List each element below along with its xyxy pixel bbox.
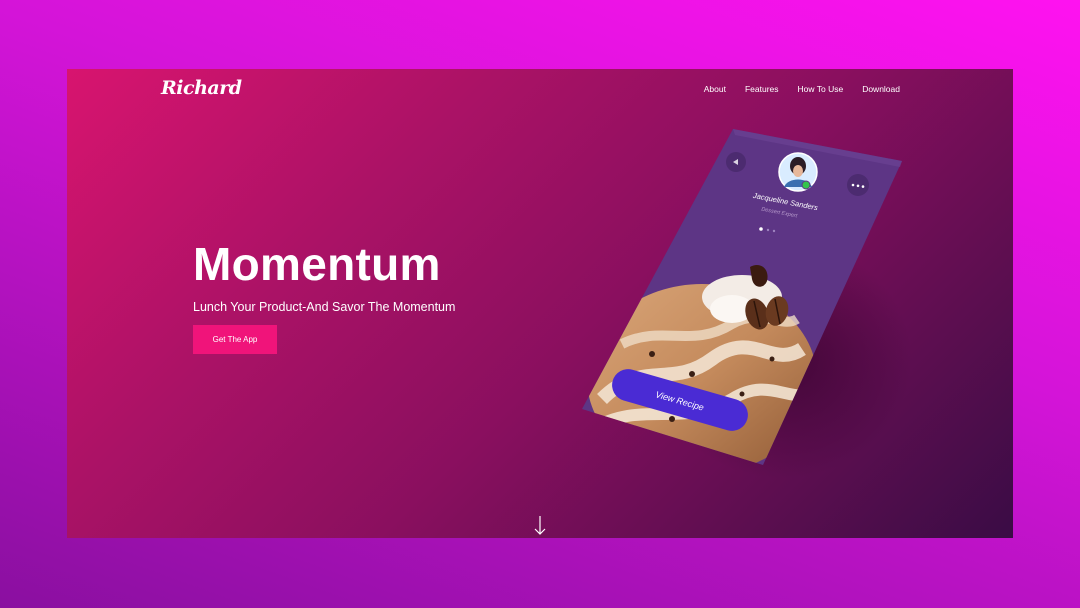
online-status-icon bbox=[801, 180, 811, 190]
back-icon[interactable] bbox=[726, 152, 746, 172]
more-icon[interactable] bbox=[847, 174, 869, 196]
arrow-down-icon[interactable] bbox=[533, 515, 547, 537]
avatar[interactable] bbox=[778, 152, 818, 192]
phone-mockup-area: View Recipe Jacqueline Sanders Dessert E… bbox=[67, 69, 1013, 538]
phone-mockup: View Recipe Jacqueline Sanders Dessert E… bbox=[582, 129, 912, 479]
hero-section: Richard About Features How To Use Downlo… bbox=[67, 69, 1013, 538]
